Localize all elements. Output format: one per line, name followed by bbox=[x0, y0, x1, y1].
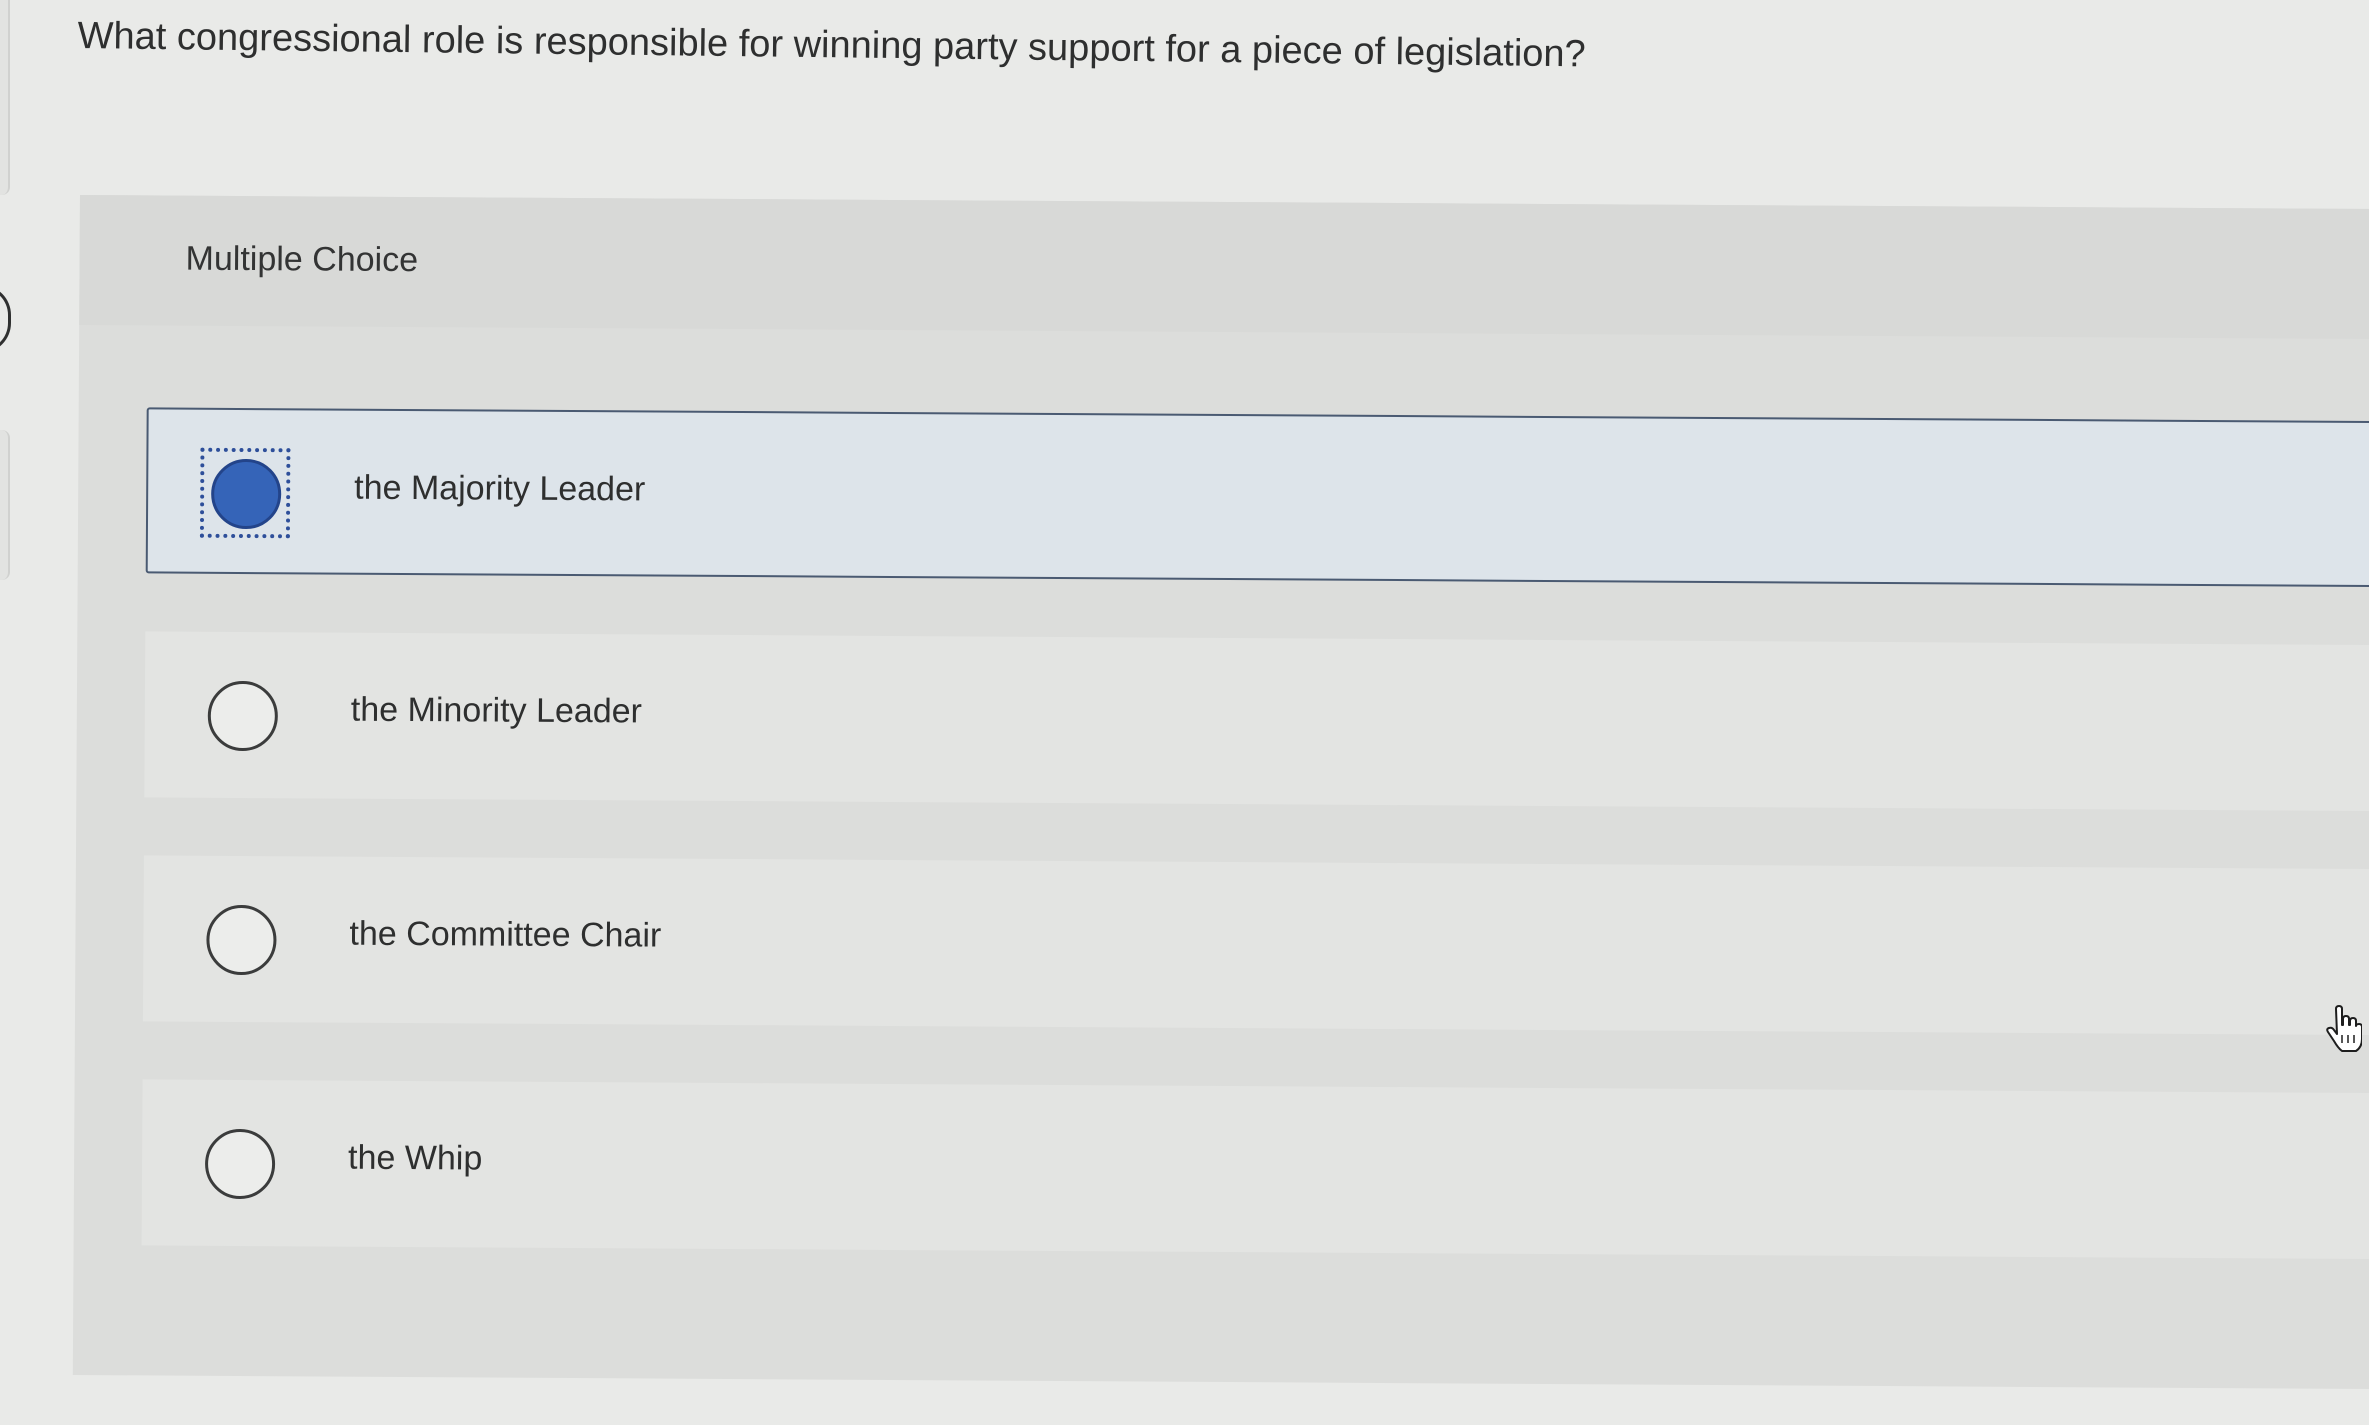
option-whip[interactable]: the Whip bbox=[141, 1079, 2369, 1260]
answer-panel: Multiple Choice the Majority Leader the … bbox=[72, 195, 2369, 1390]
option-majority-leader[interactable]: the Majority Leader bbox=[145, 407, 2369, 588]
radio-button-icon[interactable] bbox=[204, 1128, 276, 1200]
hand-pointer-icon bbox=[2326, 1005, 2362, 1052]
panel-header: Multiple Choice bbox=[79, 195, 2369, 340]
radio-button-icon[interactable] bbox=[207, 680, 279, 752]
radio-focus-ring[interactable] bbox=[199, 447, 291, 539]
option-committee-chair[interactable]: the Committee Chair bbox=[142, 855, 2369, 1036]
radio-wrap[interactable] bbox=[197, 896, 284, 983]
option-minority-leader[interactable]: the Minority Leader bbox=[144, 631, 2369, 812]
multiple-choice-label: Multiple Choice bbox=[185, 239, 419, 280]
left-edge-bracket bbox=[0, 285, 11, 353]
option-label: the Committee Chair bbox=[349, 914, 662, 955]
radio-button-icon[interactable] bbox=[206, 904, 277, 976]
radio-button-icon[interactable] bbox=[210, 458, 282, 530]
left-edge-panel-lower bbox=[0, 430, 10, 580]
option-label: the Minority Leader bbox=[350, 690, 643, 731]
radio-wrap[interactable] bbox=[196, 1120, 283, 1207]
radio-wrap[interactable] bbox=[199, 672, 286, 759]
option-label: the Majority Leader bbox=[354, 468, 646, 509]
left-edge-panel bbox=[0, 0, 10, 195]
question-text: What congressional role is responsible f… bbox=[77, 14, 1586, 76]
option-label: the Whip bbox=[348, 1138, 483, 1178]
options-list: the Majority Leader the Minority Leader … bbox=[141, 407, 2369, 1317]
